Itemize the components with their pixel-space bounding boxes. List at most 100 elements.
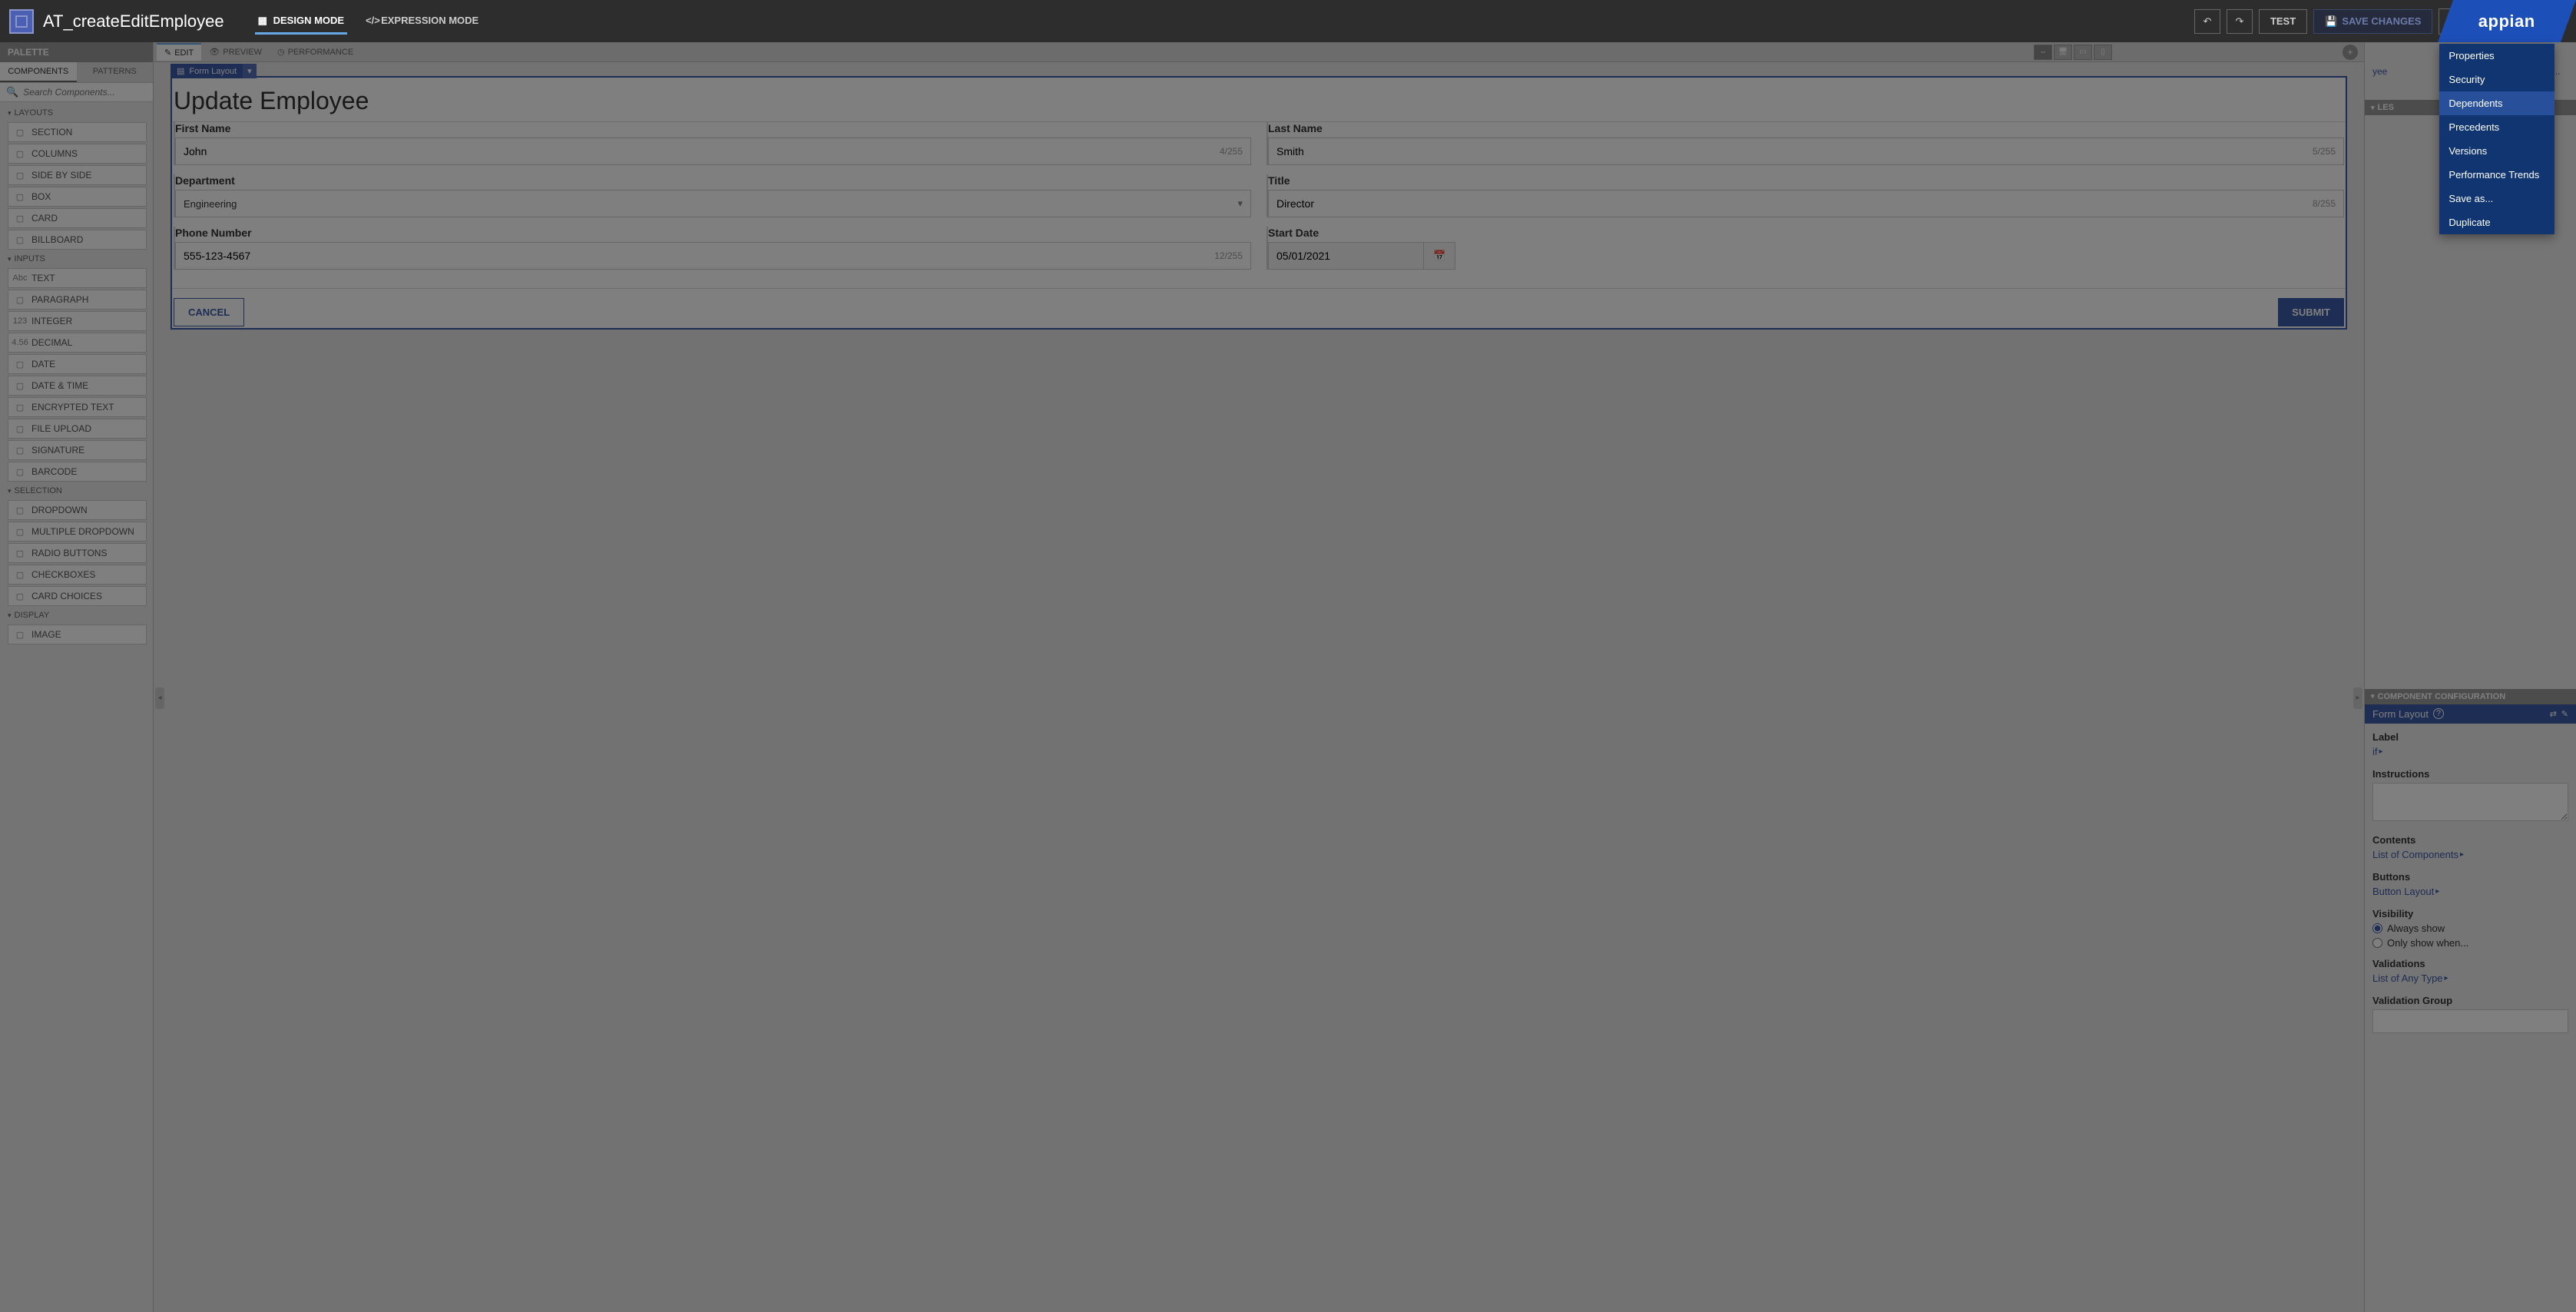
palette-item-text[interactable]: AbcTEXT xyxy=(8,268,147,288)
palette-item-box[interactable]: ▢ BOX xyxy=(8,187,147,207)
palette-item-date[interactable]: ▢DATE xyxy=(8,354,147,374)
title-input[interactable] xyxy=(1269,191,2305,217)
preview-tab-label: PREVIEW xyxy=(223,48,262,57)
palette-item-checkboxes[interactable]: ▢CHECKBOXES xyxy=(8,565,147,585)
validations-link[interactable]: List of Any Type xyxy=(2372,972,2449,984)
palette-item-label: CARD CHOICES xyxy=(31,591,102,601)
palette-item-icon: ▢ xyxy=(15,234,25,245)
contents-link[interactable]: List of Components xyxy=(2372,849,2464,860)
help-icon[interactable]: ? xyxy=(2433,708,2444,719)
view-desktop-button[interactable]: 🖥 xyxy=(2054,45,2072,60)
visibility-always-radio[interactable]: Always show xyxy=(2372,923,2568,934)
edit-expression-icon[interactable]: ✎ xyxy=(2561,709,2568,719)
palette-item-signature[interactable]: ▢SIGNATURE xyxy=(8,440,147,460)
palette-item-date-time[interactable]: ▢ DATE & TIME xyxy=(8,376,147,396)
instructions-textarea[interactable] xyxy=(2372,783,2568,821)
palette-group-display[interactable]: DISPLAY xyxy=(3,608,147,623)
settings-menu-save-as-[interactable]: Save as... xyxy=(2439,187,2554,210)
palette-item-icon: ▢ xyxy=(15,127,25,137)
palette-item-dropdown[interactable]: ▢DROPDOWN xyxy=(8,500,147,520)
expression-mode-tab[interactable]: </> EXPRESSION MODE xyxy=(363,8,482,35)
palette-tab-components[interactable]: COMPONENTS xyxy=(0,62,77,82)
palette-item-label: DATE xyxy=(31,359,55,369)
swap-icon[interactable]: ⇄ xyxy=(2550,709,2557,719)
last-name-label: Last Name xyxy=(1268,122,2344,134)
palette-group-inputs[interactable]: INPUTS xyxy=(3,251,147,267)
palette-item-label: SIGNATURE xyxy=(31,445,84,456)
undo-button[interactable]: ↶ xyxy=(2194,9,2220,34)
settings-menu-duplicate[interactable]: Duplicate xyxy=(2439,210,2554,234)
palette-item-side-by-side[interactable]: ▢SIDE BY SIDE xyxy=(8,165,147,185)
department-select[interactable]: Engineering ▾ xyxy=(175,190,1251,217)
palette-item-barcode[interactable]: ▢BARCODE xyxy=(8,462,147,482)
palette-item-image[interactable]: ▢IMAGE xyxy=(8,625,147,644)
calendar-icon[interactable]: 📅 xyxy=(1424,242,1455,270)
settings-menu-dependents[interactable]: Dependents xyxy=(2439,91,2554,115)
settings-menu-precedents[interactable]: Precedents xyxy=(2439,115,2554,139)
form-layout-chip[interactable]: ▤Form Layout ▾ xyxy=(171,64,257,78)
preview-icon: 👁 xyxy=(209,47,220,57)
edit-tab-label: EDIT xyxy=(174,48,194,58)
palette-item-columns[interactable]: ▢COLUMNS xyxy=(8,144,147,164)
performance-icon: ◷ xyxy=(277,47,285,57)
palette-item-icon: ▢ xyxy=(15,191,25,202)
app-logo-icon xyxy=(9,9,34,34)
visibility-when-radio[interactable]: Only show when... xyxy=(2372,937,2568,949)
palette-item-file-upload[interactable]: ▢FILE UPLOAD xyxy=(8,419,147,439)
palette-tab-patterns[interactable]: PATTERNS xyxy=(77,62,154,82)
phone-input[interactable] xyxy=(176,243,1207,269)
settings-menu-properties[interactable]: Properties xyxy=(2439,44,2554,68)
palette-item-label: ENCRYPTED TEXT xyxy=(31,402,114,412)
test-button[interactable]: TEST xyxy=(2259,9,2307,34)
chevron-down-icon: ▾ xyxy=(1237,197,1243,210)
cancel-button[interactable]: CANCEL xyxy=(174,298,244,326)
add-pane-button[interactable]: + xyxy=(2343,45,2358,60)
settings-menu-performance-trends[interactable]: Performance Trends xyxy=(2439,163,2554,187)
view-fit-button[interactable]: ⇔ xyxy=(2034,45,2052,60)
palette-item-label: BARCODE xyxy=(31,466,77,477)
collapse-left-handle[interactable]: ◂ xyxy=(155,687,164,709)
palette-item-label: CHECKBOXES xyxy=(31,569,95,580)
settings-menu-versions[interactable]: Versions xyxy=(2439,139,2554,163)
start-date-input[interactable] xyxy=(1268,242,1424,270)
save-changes-button[interactable]: 💾 SAVE CHANGES xyxy=(2313,9,2432,34)
palette-item-icon: ▢ xyxy=(15,380,25,391)
canvas-tab-edit[interactable]: ✎EDIT xyxy=(157,43,201,61)
palette-item-icon: ▢ xyxy=(15,423,25,434)
palette-item-card-choices[interactable]: ▢CARD CHOICES xyxy=(8,586,147,606)
view-tablet-button[interactable]: ▭ xyxy=(2074,45,2092,60)
palette-item-icon: ▢ xyxy=(15,170,25,181)
palette-item-radio-buttons[interactable]: ▢RADIO BUTTONS xyxy=(8,543,147,563)
canvas-tab-performance[interactable]: ◷PERFORMANCE xyxy=(270,44,361,60)
palette-item-encrypted-text[interactable]: ▢ENCRYPTED TEXT xyxy=(8,397,147,417)
palette-item-label: BOX xyxy=(31,191,51,202)
palette-item-section[interactable]: ▢SECTION xyxy=(8,122,147,142)
config-label-value[interactable]: if xyxy=(2372,746,2383,757)
canvas-tab-preview[interactable]: 👁PREVIEW xyxy=(201,44,270,60)
view-mobile-button[interactable]: ▯ xyxy=(2094,45,2112,60)
last-name-input[interactable] xyxy=(1269,138,2305,164)
form-chip-label: Form Layout xyxy=(189,67,237,76)
component-config-header[interactable]: COMPONENT CONFIGURATION xyxy=(2365,689,2576,704)
palette-group-selection[interactable]: SELECTION xyxy=(3,483,147,499)
submit-button[interactable]: SUBMIT xyxy=(2278,298,2344,326)
palette-item-multiple-dropdown[interactable]: ▢MULTIPLE DROPDOWN xyxy=(8,522,147,542)
first-name-input[interactable] xyxy=(176,138,1212,164)
palette-header: PALETTE xyxy=(0,42,153,62)
palette-item-decimal[interactable]: 4.56DECIMAL xyxy=(8,333,147,353)
buttons-link[interactable]: Button Layout xyxy=(2372,886,2439,897)
redo-button[interactable]: ↷ xyxy=(2227,9,2253,34)
settings-menu-security[interactable]: Security xyxy=(2439,68,2554,91)
palette-item-icon: ▢ xyxy=(15,213,25,224)
palette-item-paragraph[interactable]: ▢PARAGRAPH xyxy=(8,290,147,310)
validation-group-input[interactable] xyxy=(2372,1009,2568,1033)
palette-item-label: DATE & TIME xyxy=(31,380,88,391)
design-mode-tab[interactable]: ▦ DESIGN MODE xyxy=(255,8,347,35)
collapse-right-handle[interactable]: ▸ xyxy=(2353,687,2362,709)
palette-item-integer[interactable]: 123INTEGER xyxy=(8,311,147,331)
palette-group-layouts[interactable]: LAYOUTS xyxy=(3,105,147,121)
palette-item-billboard[interactable]: ▢BILLBOARD xyxy=(8,230,147,250)
form-chip-toggle[interactable]: ▾ xyxy=(243,64,257,78)
palette-search-input[interactable] xyxy=(23,87,147,98)
palette-item-card[interactable]: ▢CARD xyxy=(8,208,147,228)
